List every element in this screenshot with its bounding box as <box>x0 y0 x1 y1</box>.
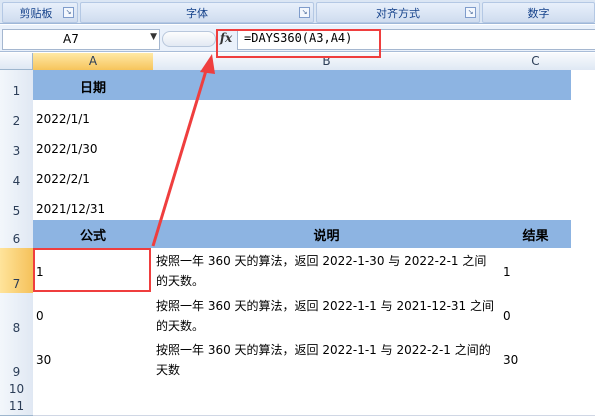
row-header-9[interactable]: 9 <box>0 337 34 382</box>
cell-b3[interactable] <box>153 130 501 161</box>
column-header-d[interactable] <box>571 53 595 71</box>
cell-c7-text: 1 <box>503 265 511 279</box>
cell-b1[interactable] <box>153 70 501 101</box>
row-number: 3 <box>12 144 21 158</box>
cell-b5[interactable] <box>153 190 501 221</box>
cell-c3[interactable] <box>500 130 572 161</box>
row-number: 11 <box>8 399 25 413</box>
cell-b10[interactable] <box>153 381 501 399</box>
cell-b4[interactable] <box>153 160 501 191</box>
cell-a4-text: 2022/2/1 <box>36 172 90 186</box>
row-header-5[interactable]: 5 <box>0 190 34 221</box>
cell-c6-text: 结果 <box>522 229 549 244</box>
cell-c10[interactable] <box>500 381 572 399</box>
ribbon-group-clipboard-label: 剪贴板 <box>19 6 53 20</box>
column-header-a[interactable]: A <box>33 53 154 71</box>
select-all-button[interactable] <box>0 53 33 70</box>
row-number: 6 <box>12 232 21 246</box>
cell-c9-text: 30 <box>503 353 519 367</box>
cell-c5[interactable] <box>500 190 572 221</box>
cell-a6[interactable]: 公式 <box>33 220 154 249</box>
dialog-launcher-icon[interactable]: ↘ <box>299 7 310 18</box>
cell-c8-text: 0 <box>503 309 511 323</box>
cell-c1[interactable] <box>500 70 572 101</box>
row-number: 10 <box>8 382 25 396</box>
row-header-1[interactable]: 1 <box>0 70 34 101</box>
cell-a6-text: 公式 <box>79 229 106 244</box>
formula-highlight-box <box>216 29 381 58</box>
row-number: 4 <box>12 174 21 188</box>
cell-b7[interactable]: 按照一年 360 天的算法，返回 2022-1-30 与 2022-2-1 之间… <box>153 248 501 294</box>
cell-b9[interactable]: 按照一年 360 天的算法，返回 2022-1-1 与 2022-2-1 之间的… <box>153 337 501 382</box>
cell-a10[interactable] <box>33 381 154 399</box>
cell-c7[interactable]: 1 <box>500 248 572 294</box>
dialog-launcher-icon[interactable]: ↘ <box>465 7 476 18</box>
cell-b11[interactable] <box>153 398 501 416</box>
row-number: 2 <box>12 114 21 128</box>
cell-a5[interactable]: 2021/12/31 <box>33 190 154 221</box>
name-box[interactable]: A7 ▼ <box>2 29 160 50</box>
ribbon-group-font-label: 字体 <box>186 6 208 20</box>
cell-a4[interactable]: 2022/2/1 <box>33 160 154 191</box>
column-header-c[interactable]: C <box>500 53 572 71</box>
cell-b6-text: 说明 <box>313 229 340 244</box>
chevron-down-icon[interactable]: ▼ <box>150 32 157 42</box>
cell-a9[interactable]: 30 <box>33 337 154 382</box>
cell-c6[interactable]: 结果 <box>500 220 572 249</box>
row-number: 8 <box>12 321 21 335</box>
cell-a1-text: 日期 <box>79 81 106 96</box>
cell-b6[interactable]: 说明 <box>153 220 501 249</box>
cell-c9[interactable]: 30 <box>500 337 572 382</box>
cell-a9-text: 30 <box>36 353 52 367</box>
row-number: 9 <box>12 365 21 379</box>
cell-a8-text: 0 <box>36 309 44 323</box>
row-header-10[interactable]: 10 <box>0 381 34 399</box>
ribbon-group-font[interactable]: 字体 ↘ <box>80 2 314 23</box>
ribbon-group-alignment-label: 对齐方式 <box>376 6 420 20</box>
row-header-11[interactable]: 11 <box>0 398 34 416</box>
cell-b2[interactable] <box>153 100 501 131</box>
row-number: 1 <box>12 84 21 98</box>
selected-cell-highlight <box>33 248 151 292</box>
row-header-8[interactable]: 8 <box>0 293 34 338</box>
formula-bar-resize-handle[interactable] <box>162 31 216 47</box>
ribbon-group-number[interactable]: 数字 <box>482 2 595 23</box>
cell-a3-text: 2022/1/30 <box>36 142 98 156</box>
cell-b7-text: 按照一年 360 天的算法，返回 2022-1-30 与 2022-2-1 之间… <box>156 254 487 288</box>
row-header-4[interactable]: 4 <box>0 160 34 191</box>
cell-b8-text: 按照一年 360 天的算法，返回 2022-1-1 与 2021-12-31 之… <box>156 299 494 333</box>
cell-c2[interactable] <box>500 100 572 131</box>
ribbon-group-number-label: 数字 <box>527 6 550 20</box>
row-header-6[interactable]: 6 <box>0 220 34 249</box>
cell-a11[interactable] <box>33 398 154 416</box>
cell-a2-text: 2022/1/1 <box>36 112 90 126</box>
cell-a1[interactable]: 日期 <box>33 70 154 101</box>
row-header-2[interactable]: 2 <box>0 100 34 131</box>
ribbon: 剪贴板 ↘ 字体 ↘ 对齐方式 ↘ 数字 <box>0 0 595 24</box>
cell-c8[interactable]: 0 <box>500 293 572 338</box>
cell-a8[interactable]: 0 <box>33 293 154 338</box>
cell-a2[interactable]: 2022/1/1 <box>33 100 154 131</box>
row-header-7[interactable]: 7 <box>0 248 34 294</box>
dialog-launcher-icon[interactable]: ↘ <box>63 7 74 18</box>
row-number: 7 <box>12 277 21 291</box>
column-d-area[interactable] <box>571 70 595 416</box>
cell-b9-text: 按照一年 360 天的算法，返回 2022-1-1 与 2022-2-1 之间的… <box>156 343 491 377</box>
ribbon-group-clipboard[interactable]: 剪贴板 ↘ <box>2 2 78 23</box>
cell-a3[interactable]: 2022/1/30 <box>33 130 154 161</box>
name-box-value: A7 <box>63 32 79 46</box>
cell-b8[interactable]: 按照一年 360 天的算法，返回 2022-1-1 与 2021-12-31 之… <box>153 293 501 338</box>
row-header-3[interactable]: 3 <box>0 130 34 161</box>
cell-a5-text: 2021/12/31 <box>36 202 106 216</box>
cell-c11[interactable] <box>500 398 572 416</box>
row-number: 5 <box>12 204 21 218</box>
ribbon-group-alignment[interactable]: 对齐方式 ↘ <box>316 2 480 23</box>
cell-c4[interactable] <box>500 160 572 191</box>
